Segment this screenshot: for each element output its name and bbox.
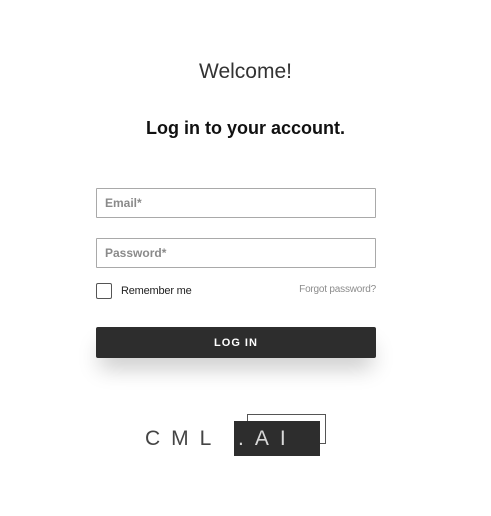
remember-me-checkbox[interactable] — [96, 283, 112, 299]
remember-me[interactable]: Remember me — [96, 283, 192, 299]
password-input[interactable] — [97, 239, 375, 267]
login-page: Welcome! Log in to your account. Remembe… — [0, 0, 491, 516]
forgot-password-link[interactable]: Forgot password? — [299, 284, 376, 295]
email-input[interactable] — [97, 189, 375, 217]
remember-me-label: Remember me — [121, 285, 192, 297]
cml-ai-logo: CML .AI — [145, 414, 335, 456]
page-title: Log in to your account. — [146, 118, 345, 138]
password-field[interactable] — [96, 238, 376, 268]
welcome-heading: Welcome! — [199, 60, 292, 83]
logo-text-cml: CML — [145, 427, 223, 450]
logo-text-ai: .AI — [238, 427, 297, 450]
login-button[interactable]: LOG IN — [96, 327, 376, 358]
email-field[interactable] — [96, 188, 376, 218]
